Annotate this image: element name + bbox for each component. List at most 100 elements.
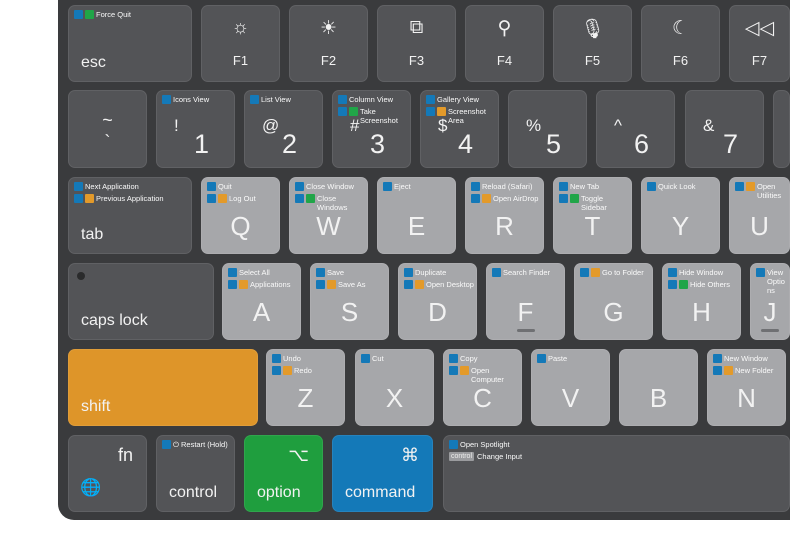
key-3[interactable]: Column View Take Screenshot #3: [332, 90, 411, 168]
function-key-label: F1: [232, 53, 249, 68]
key-shift-symbol: ~: [102, 110, 113, 130]
cmd-modifier-swatch: [207, 194, 216, 203]
key-letter: F: [517, 297, 534, 327]
key-label: tab: [81, 226, 104, 243]
cmd-modifier-swatch: [756, 268, 765, 277]
key-r[interactable]: Reload (Safari) Open AirDrop R: [465, 177, 544, 254]
shift-modifier-swatch: [724, 366, 733, 375]
key-a[interactable]: Select All Applications A: [222, 263, 301, 340]
cmd-modifier-swatch: [74, 194, 83, 203]
shortcut-legend: Open Utilities: [735, 182, 787, 200]
cmd-modifier-swatch: [207, 182, 216, 191]
shortcut-legend: List View: [250, 95, 320, 107]
key-w[interactable]: Close Window Close Windows W: [289, 177, 368, 254]
key-f3[interactable]: ⧉ F3: [377, 5, 456, 82]
key-digit: 2: [281, 129, 297, 159]
key-f1[interactable]: ☼ F1: [201, 5, 280, 82]
key-f2[interactable]: ☀ F2: [289, 5, 368, 82]
shortcut-legends: New Tab Toggle Sidebar: [559, 182, 629, 212]
shortcut-text: List View: [261, 95, 291, 104]
key-z[interactable]: Undo Redo Z: [266, 349, 345, 426]
shortcut-legend: Open AirDrop: [471, 194, 541, 206]
shortcut-legends: Search Finder: [492, 268, 562, 280]
globe-icon: 🌐: [80, 478, 102, 497]
shortcut-legend: Open Spotlight: [449, 440, 787, 452]
key-5[interactable]: % 5: [508, 90, 587, 168]
key-n[interactable]: New Window New Folder N: [707, 349, 786, 426]
key-1[interactable]: Icons View! 1: [156, 90, 235, 168]
key-g[interactable]: Go to Folder G: [574, 263, 653, 340]
shortcut-text: New Window: [724, 354, 768, 363]
key-shift[interactable]: shift: [68, 349, 258, 426]
key-esc[interactable]: Force Quit esc: [68, 5, 192, 82]
key-backtick[interactable]: ~ `: [68, 90, 147, 168]
key-x[interactable]: Cut X: [355, 349, 434, 426]
key-digit: 7: [722, 129, 738, 159]
key-f4[interactable]: ⚲ F4: [465, 5, 544, 82]
shortcut-legend: Quick Look: [647, 182, 717, 194]
key-d[interactable]: Duplicate Open Desktop D: [398, 263, 477, 340]
key-letter: D: [428, 297, 447, 327]
key-letter: G: [603, 297, 624, 327]
cmd-modifier-swatch: [404, 280, 413, 289]
shift-modifier-swatch: [85, 194, 94, 203]
key-command[interactable]: command ⌘: [332, 435, 433, 512]
key-y[interactable]: Quick Look Y: [641, 177, 720, 254]
shortcut-legends: Column View Take Screenshot: [338, 95, 408, 125]
shortcut-text: Next Application: [85, 182, 139, 191]
key-symbol: %: [526, 116, 542, 135]
shortcut-text: Open Utilities: [757, 182, 782, 200]
key-f7[interactable]: ◁◁ F7: [729, 5, 790, 82]
key-f[interactable]: Search Finder F: [486, 263, 565, 340]
key-option[interactable]: option ⌥: [244, 435, 323, 512]
home-row-bump: [516, 329, 535, 332]
shortcut-text: Paste: [548, 354, 568, 363]
shortcut-text: Open Computer: [471, 366, 504, 384]
key-u[interactable]: Open Utilities U: [729, 177, 790, 254]
key-b[interactable]: B: [619, 349, 698, 426]
option-modifier-swatch: [679, 280, 688, 289]
cmd-modifier-swatch: [228, 280, 237, 289]
shortcut-legends: Force Quit: [74, 10, 189, 22]
key-fn[interactable]: fn 🌐: [68, 435, 147, 512]
shortcut-text: Screenshot Area: [448, 107, 486, 125]
key-f6[interactable]: ☾ F6: [641, 5, 720, 82]
cmd-modifier-swatch: [295, 182, 304, 191]
key-s[interactable]: Save Save As S: [310, 263, 389, 340]
shortcut-legend: Open Computer: [449, 366, 519, 384]
shortcut-text: Take Screenshot: [360, 107, 398, 125]
key-h[interactable]: Hide Window Hide Others H: [662, 263, 741, 340]
key-j[interactable]: View Options J: [750, 263, 790, 340]
key-6[interactable]: ^ 6: [596, 90, 675, 168]
keyboard: Force Quit esc ☼ F1 ☀ F2 ⧉ F3 ⚲ F4 🎙 F5 ☾ F6 ◁◁ F7 ~ ` Ico…: [58, 0, 790, 520]
key-label: caps lock: [81, 312, 148, 329]
cmd-modifier-swatch: [361, 354, 370, 363]
key-t[interactable]: New Tab Toggle Sidebar T: [553, 177, 632, 254]
shortcut-legend: New Folder: [713, 366, 783, 378]
shortcut-text: Redo: [294, 366, 312, 375]
key-4[interactable]: Gallery View Screenshot Area $4: [420, 90, 499, 168]
key-q[interactable]: Quit Log Out Q: [201, 177, 280, 254]
key-2[interactable]: List View @2: [244, 90, 323, 168]
key-control[interactable]: ⏻ Restart (Hold) control: [156, 435, 235, 512]
shift-modifier-swatch: [746, 182, 755, 191]
key-letter: V: [561, 383, 580, 413]
shortcut-text: ⏻ Restart (Hold): [173, 440, 228, 449]
brightness-down-icon: ☼: [231, 17, 250, 38]
key-f5[interactable]: 🎙 F5: [553, 5, 632, 82]
key-c[interactable]: Copy Open Computer C: [443, 349, 522, 426]
shortcut-text: Duplicate: [415, 268, 447, 277]
key-space[interactable]: Open Spotlight control Change Input: [443, 435, 790, 512]
key-label: shift: [81, 398, 111, 415]
key-7[interactable]: & 7: [685, 90, 764, 168]
key-8[interactable]: [773, 90, 790, 168]
key-v[interactable]: Paste V: [531, 349, 610, 426]
key-caps[interactable]: caps lock: [68, 263, 214, 340]
cmd-modifier-swatch: [580, 268, 589, 277]
shift-modifier-swatch: [415, 280, 424, 289]
key-e[interactable]: Eject E: [377, 177, 456, 254]
key-tab[interactable]: Next Application Previous Application tab: [68, 177, 192, 254]
shortcut-legend: Close Window: [295, 182, 365, 194]
shortcut-legend: Screenshot Area: [426, 107, 496, 125]
shortcut-legend: Open Desktop: [404, 280, 474, 292]
